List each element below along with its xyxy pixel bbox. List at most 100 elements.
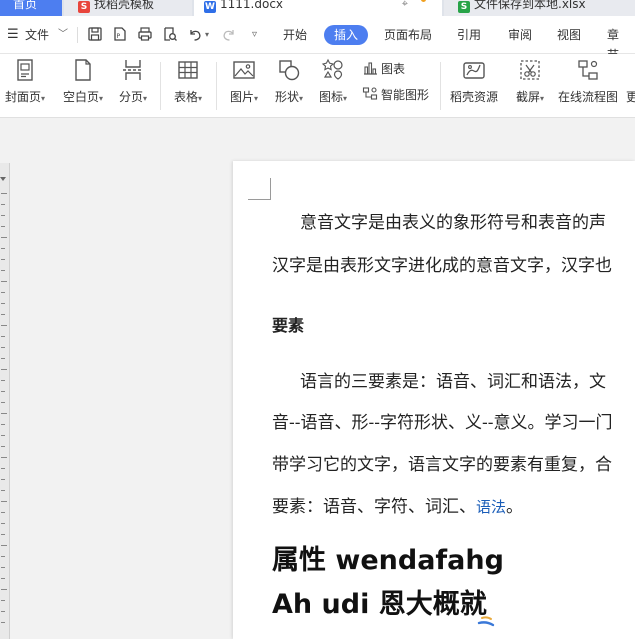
ruler-tick [1, 512, 5, 513]
large-text-line-2[interactable]: Ah udi 恩大概就 [272, 582, 487, 621]
redo-icon[interactable] [220, 26, 237, 43]
paragraph-2-line-4-prefix: 要素：语音、字符、词汇、 [272, 497, 476, 517]
ruler-tick [1, 358, 5, 359]
tab-home[interactable]: 首页 [0, 0, 62, 16]
ruler-tick [1, 347, 5, 348]
ribbon-divider [216, 62, 217, 110]
ruler-tick [1, 600, 5, 601]
caret-down-icon: ▾ [540, 94, 545, 103]
ruler-tick [1, 292, 5, 293]
more-label: 更 [626, 90, 635, 104]
paragraph-2-line-2[interactable]: 音--语音、形--字符形状、义--意义。学习一门 [272, 408, 612, 433]
undo-icon[interactable] [186, 26, 203, 43]
ruler-tick [1, 259, 5, 260]
ruler-tick [1, 204, 5, 205]
tab-section[interactable]: 章节 [597, 25, 635, 62]
ruler-tick [1, 248, 5, 249]
screenshot-label: 截屏 [515, 90, 540, 104]
ruler-tick [1, 215, 5, 216]
tab-review[interactable]: 审阅 [498, 25, 542, 45]
ruler-tick [1, 589, 7, 590]
ruler-tick [1, 556, 5, 557]
large-text-line-1[interactable]: 属性 wendafahg [272, 538, 504, 577]
ruler-tick [1, 270, 5, 271]
ruler-tick [1, 523, 5, 524]
tab-start[interactable]: 开始 [273, 25, 317, 45]
ruler-tick [1, 567, 5, 568]
vertical-ruler[interactable] [0, 163, 10, 639]
tab-spreadsheet-label: 文件保存到本地.xlsx [474, 0, 586, 11]
chart-button[interactable]: 图表 [362, 60, 405, 77]
tab-references[interactable]: 引用 [447, 25, 491, 45]
ribbon-divider [440, 62, 441, 110]
tab-template[interactable]: S 找稻壳模板 [64, 0, 192, 16]
blank-page-button[interactable]: 空白页▾ [60, 58, 106, 105]
export-pdf-icon[interactable]: P [111, 26, 128, 43]
flowchart-icon [578, 60, 598, 80]
paragraph-2-line-1[interactable]: 语言的三要素是：语音、词汇和语法，文 [300, 367, 606, 392]
paragraph-1-line-1[interactable]: 意音文字是由表义的象形符号和表音的声 [300, 208, 606, 233]
print-preview-icon[interactable] [161, 26, 178, 43]
ruler-tick [1, 226, 5, 227]
smartart-icon [362, 87, 378, 100]
caret-down-icon: ▾ [254, 94, 259, 103]
pin-icon[interactable]: ⌖ [402, 0, 408, 13]
table-icon [178, 61, 198, 79]
word-doc-icon: W [204, 1, 216, 13]
tab-spreadsheet[interactable]: S 文件保存到本地.xlsx [444, 0, 635, 16]
page-break-button[interactable]: 分页▾ [114, 58, 152, 105]
ruler-tick [1, 435, 5, 436]
ribbon-divider [160, 62, 161, 110]
ruler-margin-marker[interactable] [0, 177, 6, 183]
ruler-tick [1, 336, 5, 337]
tab-view[interactable]: 视图 [547, 25, 591, 45]
paragraph-2-line-3[interactable]: 带学习它的文字，语言文字的要素有重复，合 [272, 450, 612, 475]
ruler-tick [1, 545, 7, 546]
ruler-tick [1, 314, 5, 315]
icons-library-icon [321, 58, 343, 80]
undo-dropdown-icon[interactable]: ▾ [203, 26, 211, 43]
section-heading[interactable]: 要素 [272, 312, 304, 336]
more-icon [626, 58, 635, 82]
screenshot-button[interactable]: 截屏▾ [510, 58, 550, 105]
smartart-button[interactable]: 智能图形 [362, 86, 429, 103]
ruler-tick [1, 534, 5, 535]
paragraph-1-line-2[interactable]: 汉字是由表形文字进化成的意音文字，汉字也 [272, 251, 612, 276]
save-icon[interactable] [86, 26, 103, 43]
tab-page-layout[interactable]: 页面布局 [374, 25, 442, 45]
smartart-label: 智能图形 [381, 88, 430, 102]
icon-button[interactable]: 图标▾ [314, 58, 352, 105]
docer-resources-label: 稻壳资源 [449, 90, 498, 104]
caret-down-icon: ▾ [343, 94, 348, 103]
ruler-tick [1, 501, 7, 502]
more-button[interactable]: 更 [626, 58, 635, 105]
ruler-tick [1, 193, 7, 194]
docer-resources-button[interactable]: 稻壳资源 [448, 58, 500, 105]
file-menu[interactable]: 文件 [25, 16, 49, 54]
chevron-down-icon[interactable]: ﹀ [58, 16, 68, 54]
cover-page-button[interactable]: 封面页▾ [3, 58, 47, 105]
chart-label: 图表 [381, 62, 406, 76]
shape-button[interactable]: 形状▾ [270, 58, 308, 105]
menu-bar: ☰ 文件 ﹀ P ▾ ▿ 开始 插入 页面布局 引用 审阅 视图 章节 [0, 16, 635, 62]
divider [77, 27, 78, 43]
ruler-tick [1, 446, 5, 447]
table-button[interactable]: 表格▾ [169, 58, 207, 105]
page-corner-mark [248, 178, 271, 200]
hamburger-menu-icon[interactable]: ☰ [7, 16, 19, 54]
blank-page-icon [75, 59, 91, 81]
customize-toolbar-icon[interactable]: ▿ [246, 26, 263, 43]
tab-document[interactable]: W 1111.docx ⌖ [194, 0, 442, 16]
ruler-tick [1, 369, 7, 370]
document-page[interactable]: 意音文字是由表义的象形符号和表音的声 汉字是由表形文字进化成的意音文字，汉字也 … [233, 161, 635, 639]
caret-down-icon: ▾ [299, 94, 304, 103]
paragraph-2-line-4[interactable]: 要素：语音、字符、词汇、语法。 [272, 492, 523, 517]
page-break-icon [123, 60, 141, 80]
online-flowchart-button[interactable]: 在线流程图 [557, 58, 619, 105]
print-icon[interactable] [136, 26, 153, 43]
grammar-link[interactable]: 语法 [476, 498, 506, 516]
page-break-label: 分页 [118, 90, 143, 104]
picture-button[interactable]: 图片▾ [225, 58, 263, 105]
ruler-tick [1, 578, 5, 579]
tab-insert[interactable]: 插入 [324, 25, 369, 45]
